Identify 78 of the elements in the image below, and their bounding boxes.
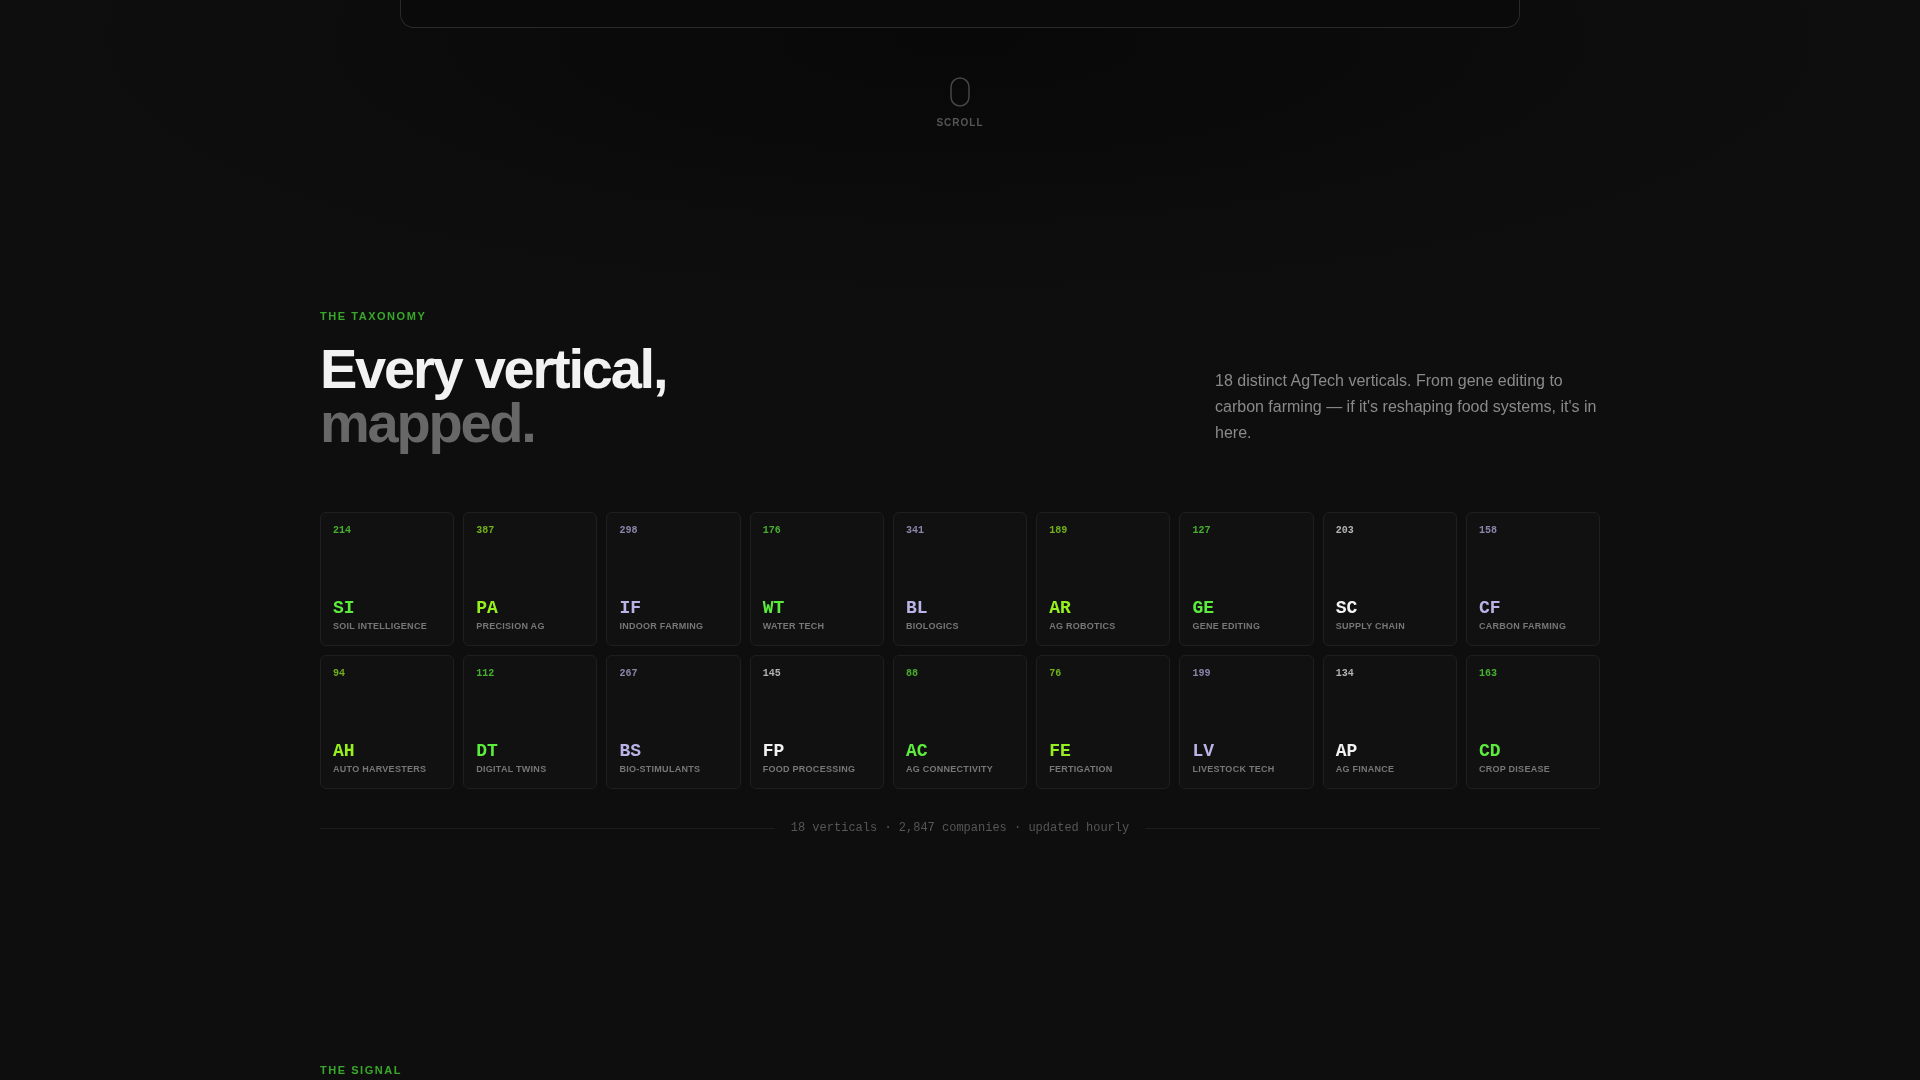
- vertical-card[interactable]: 94 AH AUTO HARVESTERS: [320, 655, 455, 790]
- company-count: 267: [619, 668, 638, 681]
- vertical-label: SOIL INTELLIGENCE: [333, 621, 427, 633]
- vertical-code: AH: [333, 741, 355, 762]
- vertical-code: SC: [1335, 598, 1358, 619]
- company-count: 199: [1192, 668, 1211, 681]
- vertical-label: BIOLOGICS: [905, 621, 959, 633]
- vertical-label: PRECISION AG: [476, 621, 545, 633]
- mouse-icon: [950, 77, 970, 107]
- vertical-card[interactable]: 112 DT DIGITAL TWINS: [463, 655, 598, 790]
- vertical-code: AC: [905, 741, 928, 762]
- vertical-card[interactable]: 341 BL BIOLOGICS: [892, 512, 1028, 647]
- vertical-card[interactable]: 158 CF CARBON FARMING: [1465, 512, 1601, 647]
- vertical-card[interactable]: 387 PA PRECISION AG: [463, 512, 598, 647]
- company-count: 341: [905, 525, 924, 537]
- company-count: 94: [333, 668, 345, 681]
- company-count: 298: [619, 525, 638, 537]
- vertical-label: SUPPLY CHAIN: [1335, 621, 1405, 633]
- company-count: 176: [762, 525, 781, 537]
- vertical-label: DIGITAL TWINS: [476, 764, 547, 776]
- vertical-code: CF: [1478, 598, 1501, 619]
- scroll-label: SCROLL: [936, 117, 984, 129]
- vertical-card[interactable]: 88 AC AG CONNECTIVITY: [892, 655, 1028, 790]
- vertical-label: CARBON FARMING: [1478, 621, 1567, 633]
- company-count: 88: [905, 668, 918, 681]
- vertical-label: WATER TECH: [762, 621, 825, 633]
- section-eyebrow: THE SIGNAL: [320, 1064, 402, 1078]
- company-count: 203: [1335, 525, 1354, 537]
- vertical-code: DT: [476, 741, 498, 762]
- vertical-label: CROP DISEASE: [1478, 764, 1550, 776]
- vertical-code: AR: [1049, 598, 1071, 619]
- vertical-code: GE: [1192, 598, 1214, 619]
- vertical-label: FOOD PROCESSING: [762, 764, 856, 776]
- vertical-label: INDOOR FARMING: [619, 621, 704, 633]
- vertical-label: FERTIGATION: [1049, 764, 1113, 776]
- vertical-code: CD: [1478, 741, 1501, 762]
- vertical-card[interactable]: 127 GE GENE EDITING: [1179, 512, 1314, 647]
- stats-caption: 18 verticals · 2,847 companies · updated hourly: [790, 820, 1130, 837]
- company-count: 163: [1478, 668, 1497, 681]
- company-count: 112: [476, 668, 495, 681]
- vertical-label: AG CONNECTIVITY: [905, 764, 993, 776]
- vertical-card[interactable]: 267 BS BIO-STIMULANTS: [606, 655, 741, 790]
- vertical-card[interactable]: 76 FE FERTIGATION: [1036, 655, 1171, 790]
- vertical-code: BL: [905, 598, 928, 619]
- vertical-code: LV: [1192, 741, 1214, 762]
- company-count: 387: [476, 525, 495, 537]
- company-count: 214: [333, 525, 351, 537]
- company-count: 158: [1478, 525, 1497, 537]
- vertical-card[interactable]: 176 WT WATER TECH: [749, 512, 884, 647]
- vertical-card[interactable]: 145 FP FOOD PROCESSING: [749, 655, 884, 790]
- vertical-card[interactable]: 163 CD CROP DISEASE: [1465, 655, 1601, 790]
- company-count: 134: [1335, 668, 1354, 681]
- vertical-card[interactable]: 203 SC SUPPLY CHAIN: [1322, 512, 1457, 647]
- vertical-code: SI: [333, 598, 355, 619]
- vertical-label: AUTO HARVESTERS: [333, 764, 427, 776]
- company-count: 127: [1192, 525, 1211, 537]
- vertical-label: AG ROBOTICS: [1049, 621, 1116, 633]
- company-count: 76: [1049, 668, 1062, 681]
- section-description: 18 distinct AgTech verticals. From gene editing to carbon farming — if it's reshaping food systems, it's in here.: [1215, 371, 1598, 443]
- vertical-code: BS: [619, 741, 642, 762]
- vertical-code: FE: [1049, 741, 1071, 762]
- vertical-code: AP: [1335, 741, 1358, 762]
- vertical-label: LIVESTOCK TECH: [1192, 764, 1275, 776]
- vertical-card[interactable]: 199 LV LIVESTOCK TECH: [1179, 655, 1314, 790]
- vertical-label: BIO-STIMULANTS: [619, 764, 701, 776]
- vertical-label: GENE EDITING: [1192, 621, 1261, 633]
- vertical-card[interactable]: 298 IF INDOOR FARMING: [606, 512, 741, 647]
- section-eyebrow: THE TAXONOMY: [320, 310, 427, 323]
- vertical-code: PA: [476, 598, 498, 619]
- vertical-label: AG FINANCE: [1335, 764, 1395, 776]
- company-count: 189: [1049, 525, 1068, 537]
- vertical-code: FP: [762, 741, 785, 762]
- company-count: 145: [762, 668, 781, 681]
- vertical-card[interactable]: 134 AP AG FINANCE: [1322, 655, 1457, 790]
- vertical-code: IF: [619, 598, 642, 619]
- vertical-card[interactable]: 214 SI SOIL INTELLIGENCE: [320, 512, 455, 647]
- vertical-card[interactable]: 189 AR AG ROBOTICS: [1036, 512, 1171, 647]
- vertical-code: WT: [762, 598, 785, 619]
